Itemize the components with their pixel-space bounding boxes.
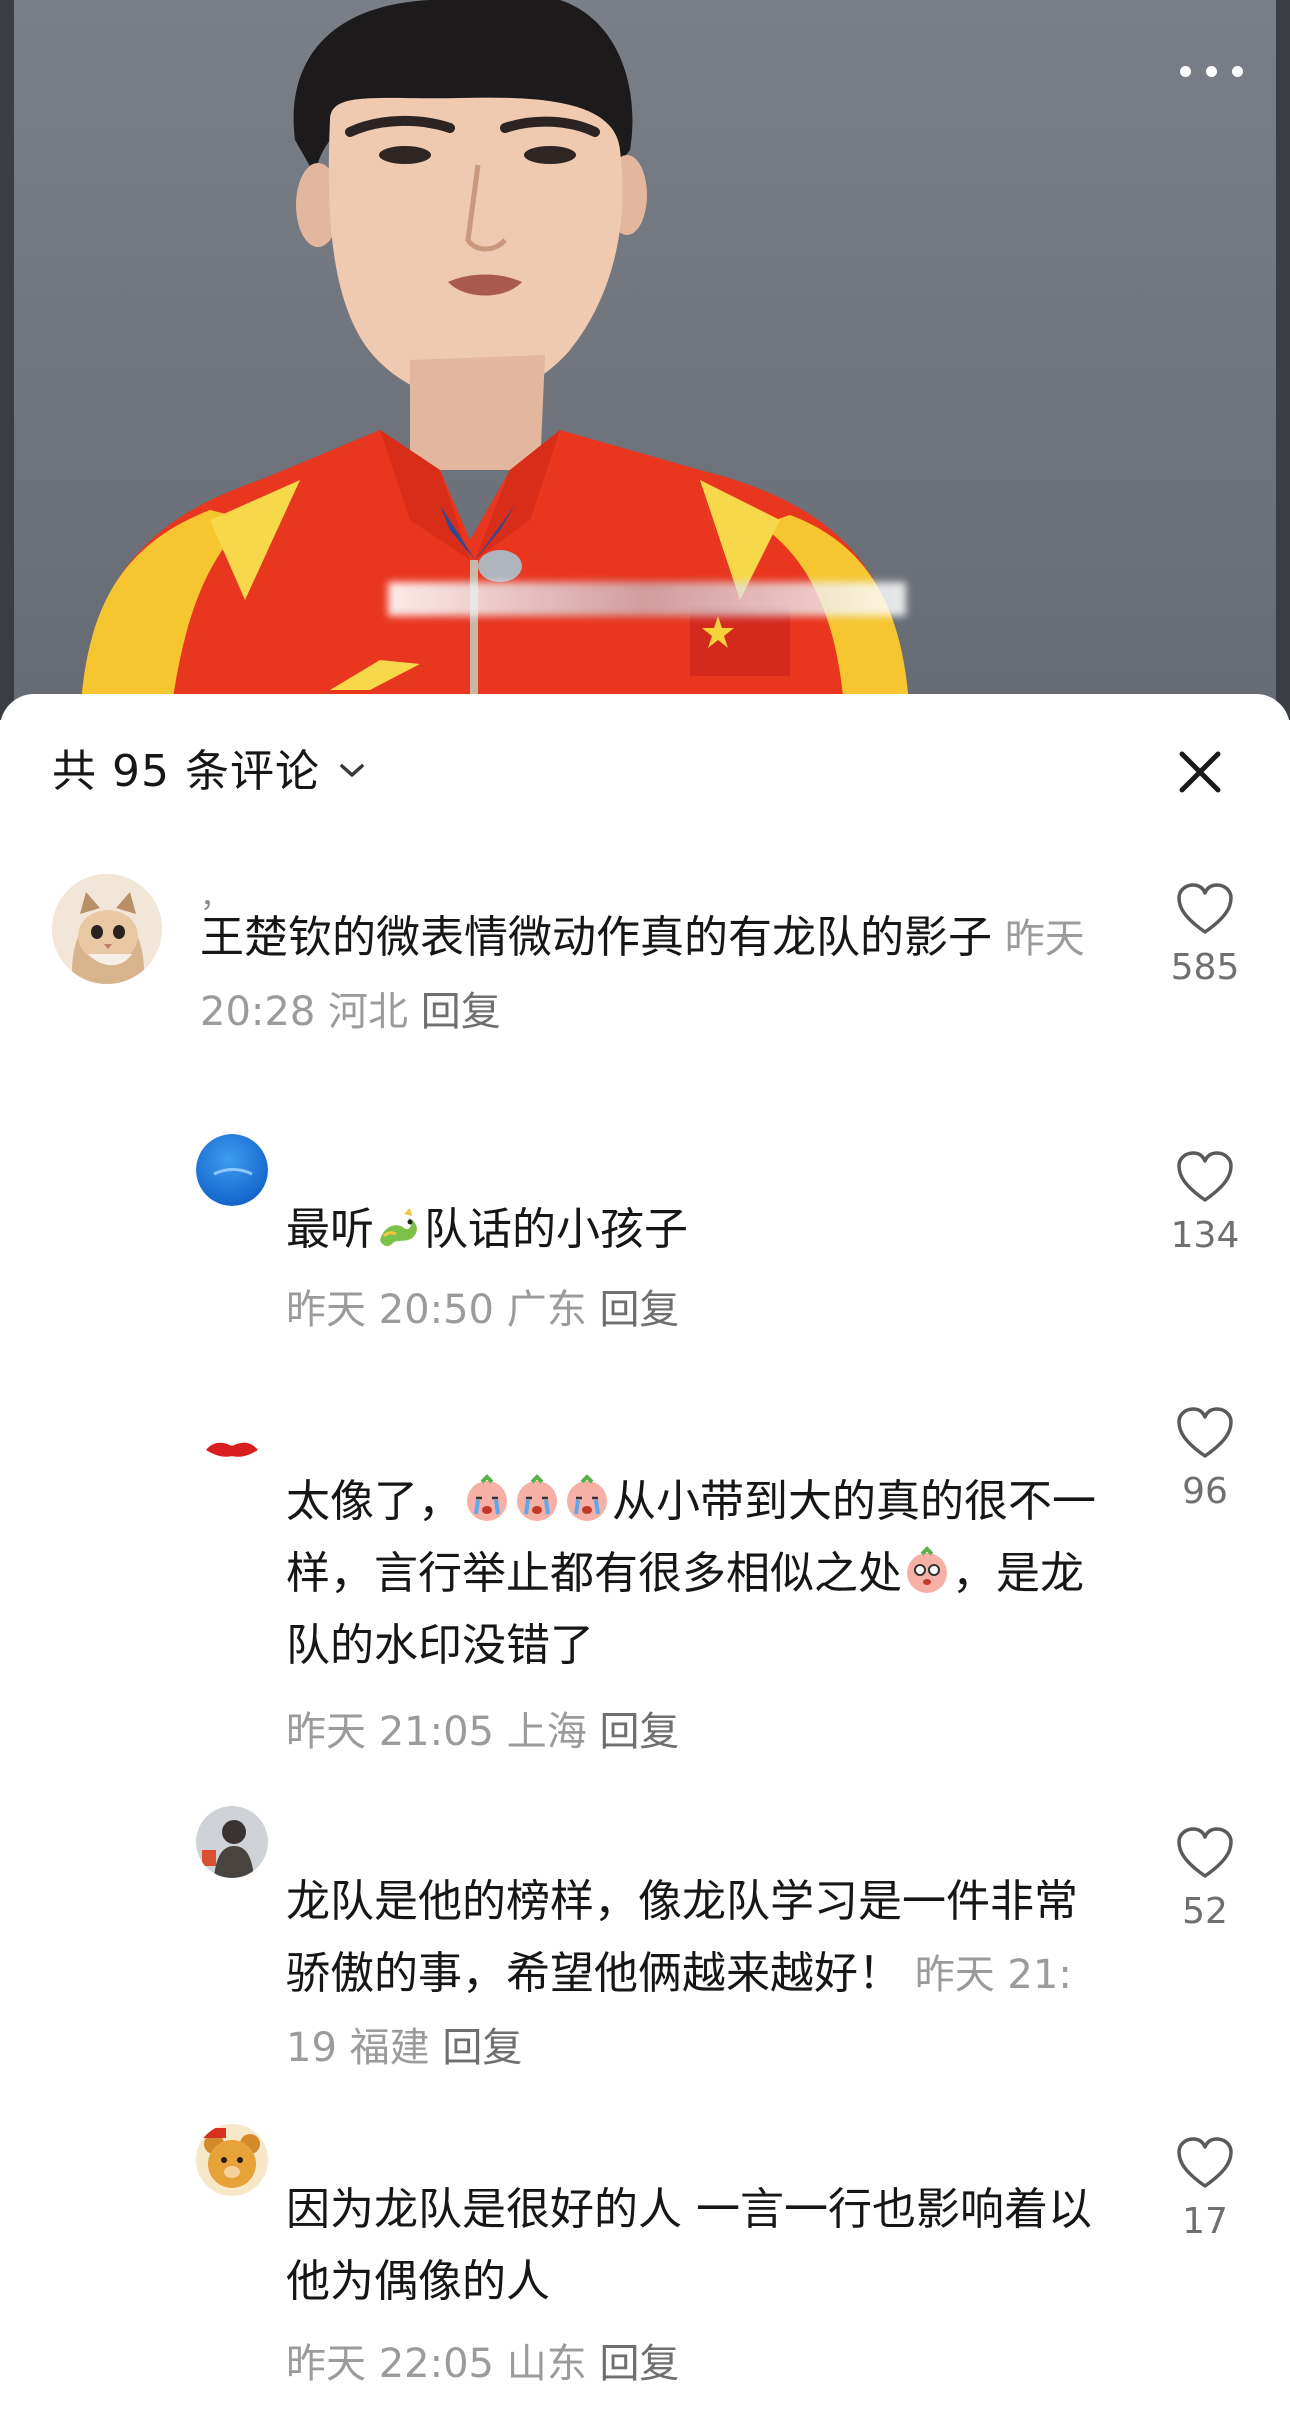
reply-item: 因为龙队是很好的人 一言一行也影响着以他为偶像的人 昨天 22:05 山东 回复… [0,2124,1290,2423]
video-player[interactable] [0,0,1290,720]
reply-button[interactable]: 回复 [599,1709,679,1755]
comment-meta: 昨天 22:05 山东 回复 [286,2336,679,2392]
like-button[interactable]: 134 [1145,1150,1265,1258]
comment-time: 昨天 20:50 [286,1287,494,1333]
teary-emoji-icon [907,1546,947,1593]
comment-time: 昨天 22:05 [286,2341,494,2387]
like-count: 17 [1182,2201,1228,2242]
comment-text: 因为龙队是很好的人 一言一行也影响着以他为偶像的人 [286,2174,1096,2318]
photo-avatar-icon [196,1806,268,1878]
reply-button[interactable]: 回复 [421,989,501,1035]
like-button[interactable]: 52 [1145,1826,1265,1934]
comment-text: 龙队是他的榜样，像龙队学习是一件非常骄傲的事，希望他俩越来越好！ 昨天 21:1… [286,1866,1096,2084]
close-icon[interactable] [1172,744,1228,800]
like-count: 134 [1170,1215,1240,1256]
heart-icon [1177,1827,1233,1878]
heart-icon [1177,1407,1233,1458]
avatar[interactable] [52,874,162,984]
comment-text: 最听 队话的小孩子 [286,1194,1106,1266]
crying-emoji-icon [467,1474,507,1521]
comment-location: 山东 [506,2341,587,2387]
comment-text: 太像了， 从小带到大的真的很不一样，言行举止都有很多相似之处 ，是龙队的水印没错… [286,1466,1096,1682]
avatar[interactable] [196,1134,268,1206]
comment-body: 因为龙队是很好的人 一言一行也影响着以他为偶像的人 [286,2184,1092,2307]
comment-item: ， 王楚钦的微表情微动作真的有龙队的影子 昨天 20:28 河北 回复 585 [0,874,1290,1114]
comments-panel: 共 95 条评论 ， 王楚钦的微表情微动作真的有龙队的影子 昨天 20:28 河… [0,694,1290,2423]
comment-location: 河北 [328,989,408,1035]
heart-icon [1177,883,1233,934]
chevron-down-icon[interactable] [336,760,368,782]
comment-body-end: 队话的小孩子 [424,1204,688,1255]
dragon-emoji-icon [380,1208,417,1247]
blue-circle-avatar-icon [196,1134,268,1206]
comment-location: 福建 [349,2025,430,2071]
heart-icon [1177,2137,1233,2188]
comment-time: 昨天 21:05 [286,1709,494,1755]
crying-emoji-icon [567,1474,607,1521]
comment-meta: 昨天 21:05 上海 回复 [286,1704,679,1760]
like-button[interactable]: 17 [1145,2136,1265,2244]
comment-text: 王楚钦的微表情微动作真的有龙队的影子 昨天 20:28 河北 回复 [200,902,1110,1048]
reply-item: 太像了， 从小带到大的真的很不一样，言行举止都有很多相似之处 ，是龙队的水印没错… [0,1407,1290,1804]
reply-item: 最听 队话的小孩子 昨天 20:50 广东 回复 134 [0,1134,1290,1384]
red-lips-avatar-icon [196,1414,268,1486]
comment-count-title[interactable]: 共 95 条评论 [52,744,320,800]
crying-emoji-icon [517,1474,557,1521]
reply-item: 龙队是他的榜样，像龙队学习是一件非常骄傲的事，希望他俩越来越好！ 昨天 21:1… [0,1806,1290,2106]
reply-button[interactable]: 回复 [442,2025,522,2071]
avatar[interactable] [196,1806,268,1878]
like-count: 52 [1182,1891,1228,1932]
like-count: 585 [1170,947,1240,988]
comment-location: 广东 [506,1287,587,1333]
avatar[interactable] [196,1414,268,1486]
comment-location: 上海 [506,1709,587,1755]
avatar[interactable] [196,2124,268,2196]
comment-body-a: 太像了， [286,1476,462,1527]
comment-body: 王楚钦的微表情微动作真的有龙队的影子 [200,912,992,963]
like-button[interactable]: 585 [1145,882,1265,990]
like-button[interactable]: 96 [1145,1406,1265,1514]
reply-button[interactable]: 回复 [599,2341,679,2387]
cat-avatar-icon [52,874,162,984]
reply-button[interactable]: 回复 [599,1287,679,1333]
heart-icon [1177,1151,1233,1202]
like-count: 96 [1182,1471,1228,1512]
comment-body-start: 最听 [286,1204,374,1255]
comments-header: 共 95 条评论 [0,694,1290,844]
bear-avatar-icon [196,2124,268,2196]
blurred-subtitle [388,582,906,616]
more-dots-icon[interactable] [1172,52,1252,88]
comment-meta: 昨天 20:50 广东 回复 [286,1282,679,1338]
